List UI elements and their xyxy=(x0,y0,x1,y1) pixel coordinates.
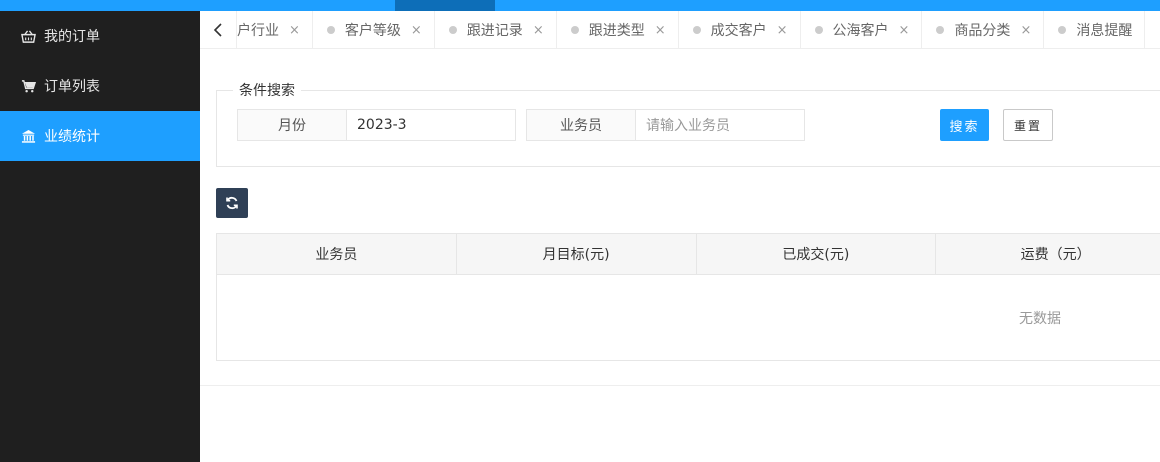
sidebar-item-label: 订单列表 xyxy=(44,79,100,95)
tab-label: 户行业 xyxy=(237,23,279,39)
close-icon[interactable]: × xyxy=(411,23,422,38)
salesman-field: 业务员 请输入业务员 xyxy=(526,109,805,141)
search-panel-title: 条件搜索 xyxy=(239,83,295,99)
main-content: 条件搜索 月份 2023-3 业务员 请输入业务员 搜索 重置 业务员 月目标(… xyxy=(200,49,1160,462)
column-header-monthly-target[interactable]: 月目标(元) xyxy=(457,234,697,274)
salesman-label: 业务员 xyxy=(527,110,636,140)
close-icon[interactable]: × xyxy=(655,23,666,38)
performance-table: 业务员 月目标(元) 已成交(元) 运费（元） 无数据 xyxy=(216,233,1160,361)
tab-label: 公海客户 xyxy=(832,23,889,39)
tab-closed-customers[interactable]: 成交客户 × xyxy=(679,11,801,48)
basket-icon xyxy=(20,28,36,44)
sidebar-item-order-list[interactable]: 订单列表 xyxy=(0,61,200,111)
sidebar-item-label: 业绩统计 xyxy=(44,129,100,145)
tab-product-categories[interactable]: 商品分类 × xyxy=(922,11,1045,48)
tab-public-customers[interactable]: 公海客户 × xyxy=(801,11,923,48)
tab-label: 跟进记录 xyxy=(466,23,523,39)
close-icon[interactable]: × xyxy=(1020,23,1031,38)
column-header-shipping-fee[interactable]: 运费（元） xyxy=(936,234,1160,274)
tab-track: 户行业 × 客户等级 × 跟进记录 × 跟进类型 × 成交客户 × 公海客户 × xyxy=(237,11,1146,48)
tab-customer-industry[interactable]: 户行业 × xyxy=(237,11,313,48)
tab-status-dot xyxy=(814,26,823,34)
refresh-button[interactable] xyxy=(216,188,248,218)
empty-state-text: 无数据 xyxy=(1019,311,1061,327)
tab-scroll-left-button[interactable] xyxy=(200,11,237,48)
sidebar-item-performance-stats[interactable]: 业绩统计 xyxy=(0,111,200,161)
tab-bar: 户行业 × 客户等级 × 跟进记录 × 跟进类型 × 成交客户 × 公海客户 × xyxy=(200,11,1160,49)
search-button[interactable]: 搜索 xyxy=(940,109,989,141)
month-field: 月份 2023-3 xyxy=(237,109,516,141)
content-divider xyxy=(200,385,1160,386)
tab-label: 消息提醒 xyxy=(1076,23,1133,39)
tab-label: 跟进类型 xyxy=(588,23,645,39)
tab-label: 客户等级 xyxy=(344,23,401,39)
tab-status-dot xyxy=(570,26,579,34)
close-icon[interactable]: × xyxy=(533,23,544,38)
tab-label: 商品分类 xyxy=(954,23,1011,39)
tab-status-dot xyxy=(1058,26,1067,34)
tab-customer-level[interactable]: 客户等级 × xyxy=(313,11,435,48)
tab-message-reminders[interactable]: 消息提醒 xyxy=(1044,11,1146,48)
table-header: 业务员 月目标(元) 已成交(元) 运费（元） xyxy=(217,234,1160,275)
close-icon[interactable]: × xyxy=(289,23,300,38)
tab-status-dot xyxy=(448,26,457,34)
bank-icon xyxy=(20,128,36,144)
chevron-left-icon xyxy=(213,23,222,37)
cart-icon xyxy=(20,78,36,94)
top-accent-bar xyxy=(0,0,1160,11)
tab-label: 成交客户 xyxy=(710,23,767,39)
tab-follow-up-types[interactable]: 跟进类型 × xyxy=(557,11,679,48)
close-icon[interactable]: × xyxy=(777,23,788,38)
reset-button[interactable]: 重置 xyxy=(1003,109,1053,141)
month-input[interactable]: 2023-3 xyxy=(347,110,515,140)
column-header-salesman[interactable]: 业务员 xyxy=(217,234,457,274)
sidebar-item-label: 我的订单 xyxy=(44,29,100,45)
tab-status-dot xyxy=(326,26,335,34)
tab-status-dot xyxy=(692,26,701,34)
sidebar: 我的订单 订单列表 业绩统计 xyxy=(0,11,200,462)
refresh-icon xyxy=(226,196,238,210)
tab-status-dot xyxy=(936,26,945,34)
sidebar-item-my-orders[interactable]: 我的订单 xyxy=(0,11,200,61)
close-icon[interactable]: × xyxy=(899,23,910,38)
tab-follow-up-records[interactable]: 跟进记录 × xyxy=(435,11,557,48)
column-header-closed-amount[interactable]: 已成交(元) xyxy=(697,234,937,274)
top-accent-active-segment xyxy=(395,0,495,11)
salesman-input[interactable]: 请输入业务员 xyxy=(636,110,804,140)
month-label: 月份 xyxy=(238,110,347,140)
